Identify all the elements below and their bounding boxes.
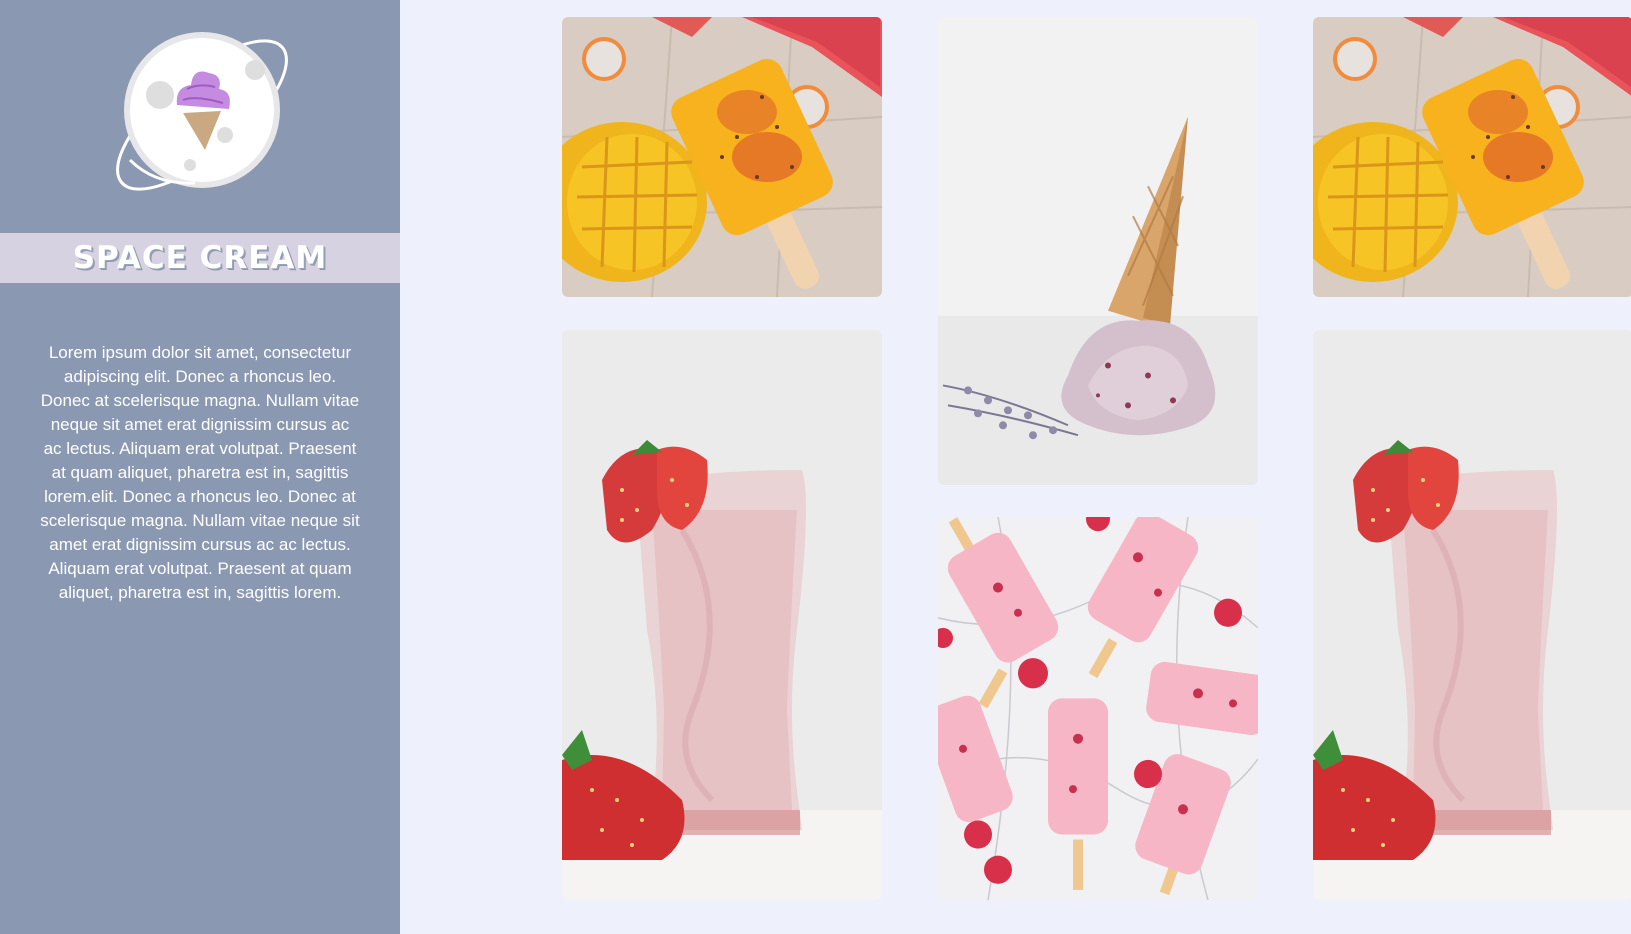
gallery-photo-strawberry-milkshake[interactable] bbox=[562, 330, 882, 900]
sidebar: Space Cream Lorem ipsum dolor sit amet, … bbox=[0, 0, 400, 934]
ice-cream-planet-icon[interactable] bbox=[95, 25, 310, 200]
gallery-photo-fallen-cone[interactable] bbox=[938, 17, 1258, 485]
gallery-photo-mango-popsicle-2[interactable] bbox=[1313, 17, 1631, 297]
about-text: Lorem ipsum dolor sit amet, consectetur … bbox=[40, 343, 360, 602]
gallery-photo-raspberry-popsicles[interactable] bbox=[938, 517, 1258, 900]
brand-title: Space Cream bbox=[72, 240, 328, 276]
gallery-photo-strawberry-milkshake-2[interactable] bbox=[1313, 330, 1631, 900]
brand-title-band: Space Cream bbox=[0, 233, 400, 283]
gallery-photo-mango-popsicle[interactable] bbox=[562, 17, 882, 297]
